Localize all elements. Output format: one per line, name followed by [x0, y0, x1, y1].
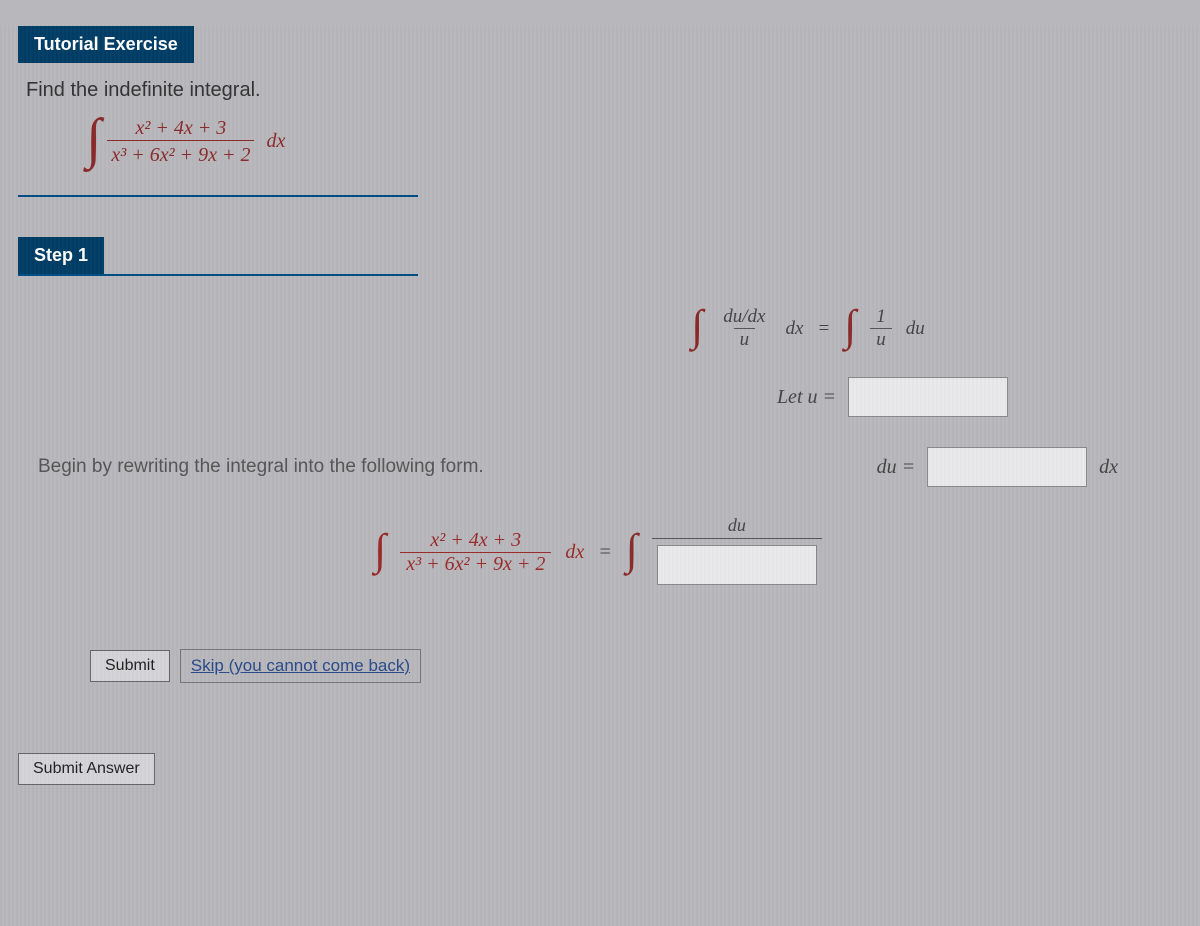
du-input[interactable]: [927, 447, 1087, 487]
final-left-dx: dx: [565, 541, 584, 564]
equals-sign: =: [817, 318, 830, 340]
final-equation: ∫ x² + 4x + 3 x³ + 6x² + 9x + 2 dx = ∫ d…: [38, 515, 1158, 589]
skip-link[interactable]: Skip (you cannot come back): [180, 649, 421, 683]
integrand-denominator: x³ + 6x² + 9x + 2: [107, 140, 254, 167]
integral-icon: ∫: [844, 311, 856, 342]
identity-right-den: u: [870, 328, 892, 351]
final-eq-sign: =: [598, 541, 612, 564]
final-denominator-input[interactable]: [657, 545, 817, 585]
let-u-label: Let u =: [777, 386, 836, 409]
step-content: ∫ du/dx u dx = ∫ 1 u du Let u = Begin by…: [18, 276, 1178, 683]
identity-right-num: 1: [870, 306, 892, 328]
du-row: du = dx: [877, 443, 1118, 491]
begin-text: Begin by rewriting the integral into the…: [38, 456, 598, 478]
dx-label: dx: [266, 130, 285, 153]
submit-answer-button[interactable]: Submit Answer: [18, 753, 155, 785]
submit-button[interactable]: Submit: [90, 650, 170, 682]
begin-row: Begin by rewriting the integral into the…: [38, 443, 1158, 491]
identity-mid-dx: dx: [785, 318, 803, 340]
final-right-fraction: du: [652, 515, 822, 589]
tutorial-body: Find the indefinite integral. ∫ x² + 4x …: [18, 63, 418, 195]
step-1-section: Step 1 ∫ du/dx u dx = ∫ 1 u du Let u = B…: [18, 237, 1178, 683]
du-label: du =: [877, 456, 916, 479]
integral-icon: ∫: [86, 120, 101, 159]
final-left-fraction: x² + 4x + 3 x³ + 6x² + 9x + 2: [400, 529, 551, 576]
step-header: Step 1: [18, 237, 104, 274]
final-right-du: du: [728, 515, 746, 536]
identity-left-den: u: [734, 328, 756, 351]
identity-equation: ∫ du/dx u dx = ∫ 1 u du: [458, 306, 1158, 351]
submit-answer-row: Submit Answer: [18, 753, 1200, 785]
tutorial-exercise-section: Tutorial Exercise Find the indefinite in…: [18, 26, 418, 197]
let-u-row: Let u =: [38, 373, 1008, 421]
identity-left-fraction: du/dx u: [717, 306, 771, 351]
final-left-num: x² + 4x + 3: [424, 529, 527, 552]
tutorial-prompt: Find the indefinite integral.: [26, 79, 410, 102]
integral-icon: ∫: [691, 311, 703, 342]
fraction-bar: [652, 538, 822, 539]
integrand-fraction: x² + 4x + 3 x³ + 6x² + 9x + 2: [107, 116, 254, 167]
tutorial-header: Tutorial Exercise: [18, 26, 194, 63]
step-button-row: Submit Skip (you cannot come back): [90, 649, 1158, 683]
du-trail: dx: [1099, 456, 1118, 479]
final-left-den: x³ + 6x² + 9x + 2: [400, 552, 551, 576]
integral-icon: ∫: [374, 535, 386, 566]
problem-integral: ∫ x² + 4x + 3 x³ + 6x² + 9x + 2 dx: [86, 116, 410, 167]
integrand-numerator: x² + 4x + 3: [132, 116, 231, 140]
identity-right-du: du: [906, 318, 925, 340]
identity-left-num: du/dx: [717, 306, 771, 328]
let-u-input[interactable]: [848, 377, 1008, 417]
integral-icon: ∫: [626, 535, 638, 566]
identity-right-fraction: 1 u: [870, 306, 892, 351]
